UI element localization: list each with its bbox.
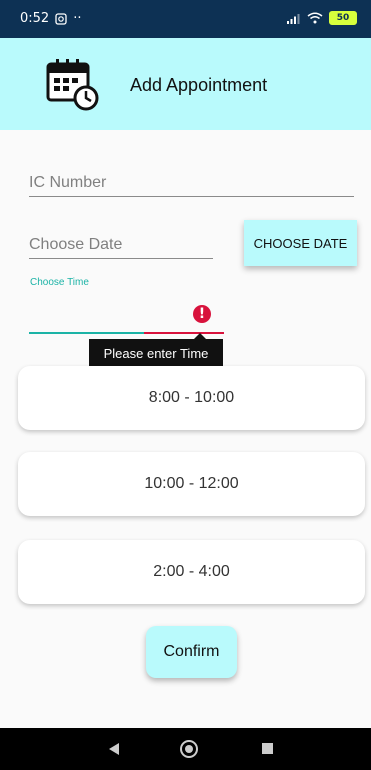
signal-icon: [287, 13, 300, 24]
navigation-bar: [0, 728, 371, 770]
time-slot-button[interactable]: 10:00 - 12:00: [18, 452, 365, 516]
status-right: 50: [287, 11, 357, 25]
status-left: 0:52 ··: [20, 11, 81, 26]
status-time: 0:52: [20, 11, 50, 26]
choose-date-input[interactable]: [29, 232, 213, 259]
time-slot-button[interactable]: 8:00 - 10:00: [18, 366, 365, 430]
notification-icon: [55, 12, 67, 25]
choose-time-label: Choose Time: [30, 277, 89, 288]
home-icon[interactable]: [180, 740, 198, 758]
choose-date-button[interactable]: CHOOSE DATE: [244, 220, 357, 266]
status-bar: 0:52 ·· 50: [0, 0, 371, 38]
wifi-icon: [307, 12, 323, 24]
status-more-dots: ··: [73, 11, 82, 26]
app-header: Add Appointment: [0, 38, 371, 130]
error-icon: !: [193, 305, 211, 323]
time-field-error-underline: [144, 332, 224, 334]
ic-number-input[interactable]: [29, 170, 354, 197]
time-slot-button[interactable]: 2:00 - 4:00: [18, 540, 365, 604]
recent-apps-icon[interactable]: [262, 743, 273, 754]
battery-icon: 50: [329, 11, 357, 25]
error-tooltip: Please enter Time: [89, 333, 223, 367]
back-icon[interactable]: [108, 742, 120, 756]
page-title: Add Appointment: [130, 75, 268, 95]
calendar-clock-icon: [46, 59, 99, 111]
confirm-button[interactable]: Confirm: [146, 626, 237, 678]
